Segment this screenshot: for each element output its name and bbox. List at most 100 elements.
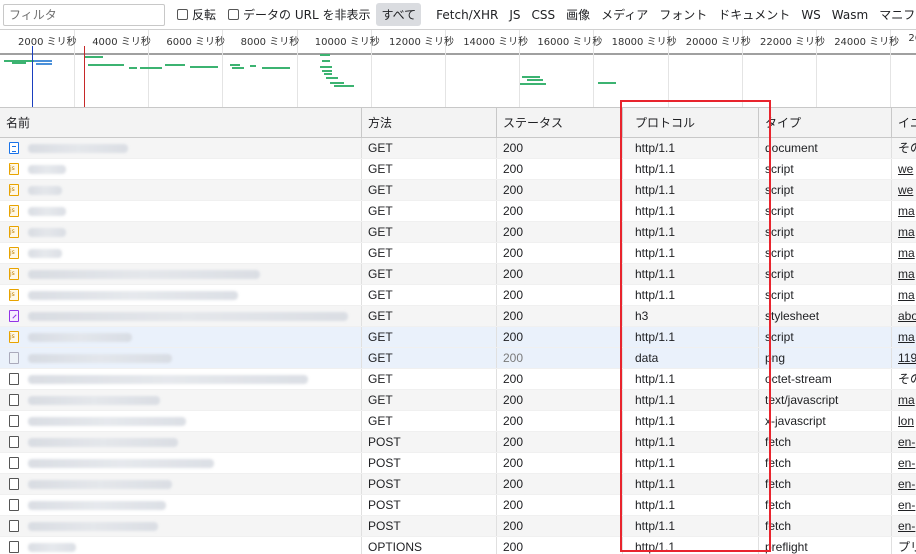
filter-input[interactable] [3,3,165,26]
status-cell: 200 [497,264,623,284]
table-row[interactable]: GET 200 data png 119 [0,348,916,369]
initiator-cell[interactable]: ma [892,327,916,347]
request-name-cell[interactable] [0,243,362,263]
request-name-cell[interactable] [0,327,362,347]
type-cell: fetch [759,516,892,536]
table-row[interactable]: GET200http/1.1scriptma [0,264,916,285]
initiator-cell[interactable]: we [892,180,916,200]
column-header-name[interactable]: 名前 [0,108,362,138]
table-row[interactable]: GET200http/1.1scriptma [0,243,916,264]
type-cell: script [759,201,892,221]
type-filter-js[interactable]: JS [505,6,524,24]
initiator-cell[interactable]: その [892,369,916,389]
request-name-cell[interactable] [0,537,362,554]
type-filter-all[interactable]: すべて [376,3,422,26]
timeline-request-bar [12,62,26,64]
initiator-cell[interactable]: 119 [892,348,916,368]
timeline-request-bar [34,60,52,62]
checkbox-icon[interactable] [177,9,188,20]
initiator-cell[interactable]: プリ [892,537,916,554]
request-name-cell[interactable] [0,222,362,242]
script-icon [9,226,19,238]
type-filter-img[interactable]: 画像 [562,4,594,25]
timeline-overview[interactable]: 2000 ミリ秒 4000 ミリ秒 6000 ミリ秒 8000 ミリ秒 10000 ミリ… [0,30,916,108]
table-row[interactable]: GET200http/1.1octet-streamその [0,369,916,390]
type-filter-media[interactable]: メディア [597,4,652,25]
initiator-cell[interactable]: ma [892,264,916,284]
initiator-cell[interactable]: en- [892,516,916,536]
table-row[interactable]: POST 200 http/1.1 fetch en- [0,453,916,474]
initiator-cell[interactable]: en- [892,495,916,515]
timeline-tick-label: 10000 ミリ秒 [314,37,380,48]
table-row[interactable]: GET200http/1.1scriptma [0,201,916,222]
initiator-cell[interactable]: ma [892,222,916,242]
initiator-cell[interactable]: ma [892,201,916,221]
table-row[interactable]: GET200http/1.1documentその [0,138,916,159]
table-row[interactable]: POST 200 http/1.1 fetch en- [0,432,916,453]
initiator-cell[interactable]: lon [892,411,916,431]
request-name-cell[interactable] [0,390,362,410]
file-icon [9,520,19,532]
timeline-request-bar [85,56,103,58]
method-cell: GET [362,222,497,242]
type-filter-ws[interactable]: WS [797,6,824,24]
timeline-request-bar [522,76,540,78]
type-cell: text/javascript [759,390,892,410]
request-name-cell[interactable] [0,285,362,305]
type-filter-wasm[interactable]: Wasm [828,6,872,24]
column-header-type[interactable]: タイプ [759,108,892,138]
timeline-request-bar [129,67,137,69]
type-filter-font[interactable]: フォント [655,4,711,25]
request-name-cell[interactable] [0,516,362,536]
column-header-initiator[interactable]: イニシエータ [892,108,916,138]
table-row[interactable]: POST 200 http/1.1 fetch en- [0,474,916,495]
table-row[interactable]: GET200http/1.1scriptma [0,222,916,243]
table-row[interactable]: GET 200 h3 stylesheet abo [0,306,916,327]
type-filter-fetch-xhr[interactable]: Fetch/XHR [432,6,502,24]
request-name-cell[interactable] [0,180,362,200]
column-header-protocol[interactable]: プロトコル [623,108,759,138]
request-name-cell[interactable] [0,474,362,494]
method-cell: GET [362,180,497,200]
table-row[interactable]: GET200http/1.1scriptwe [0,180,916,201]
table-row[interactable]: GET200http/1.1scriptma [0,285,916,306]
table-row[interactable]: POST 200 http/1.1 fetch en- [0,516,916,537]
request-name-cell[interactable] [0,369,362,389]
request-name-cell[interactable] [0,411,362,431]
request-name-cell[interactable] [0,264,362,284]
column-header-method[interactable]: 方法 [362,108,497,138]
request-name-cell[interactable] [0,495,362,515]
initiator-cell[interactable]: abo [892,306,916,326]
table-row[interactable]: OPTIONS200http/1.1preflightプリ [0,537,916,554]
request-name-cell[interactable] [0,432,362,452]
table-row[interactable]: GET200http/1.1scriptwe [0,159,916,180]
column-header-status[interactable]: ステータス [497,108,623,138]
timeline-request-bar [324,73,332,75]
initiator-cell[interactable]: ma [892,390,916,410]
table-row[interactable]: POST 200 http/1.1 fetch en- [0,495,916,516]
initiator-cell[interactable]: en- [892,453,916,473]
initiator-cell[interactable]: en- [892,432,916,452]
request-name-cell[interactable] [0,306,362,326]
request-name-cell[interactable] [0,201,362,221]
initiator-cell[interactable]: en- [892,474,916,494]
table-row[interactable]: GET 200 http/1.1 text/javascript ma [0,390,916,411]
initiator-cell[interactable]: ma [892,243,916,263]
request-name-cell[interactable] [0,159,362,179]
initiator-cell[interactable]: ma [892,285,916,305]
request-name-cell[interactable] [0,348,362,368]
type-filter-css[interactable]: CSS [527,6,559,24]
table-row[interactable]: GET 200 http/1.1 x-javascript lon [0,411,916,432]
request-name-cell[interactable] [0,138,362,158]
table-row[interactable]: GET200http/1.1scriptma [0,327,916,348]
invert-checkbox[interactable]: 反転 [177,6,216,23]
hide-data-url-checkbox[interactable]: データの URL を非表示 [228,6,370,23]
checkbox-icon[interactable] [228,9,240,20]
type-filter-manifest[interactable]: マニフェスト [875,4,916,25]
initiator-cell[interactable]: その [892,138,916,158]
initiator-cell[interactable]: we [892,159,916,179]
type-filter-doc[interactable]: ドキュメント [714,4,794,25]
request-name-cell[interactable] [0,453,362,473]
timeline-request-bar [158,67,162,69]
status-cell: 200 [497,159,623,179]
